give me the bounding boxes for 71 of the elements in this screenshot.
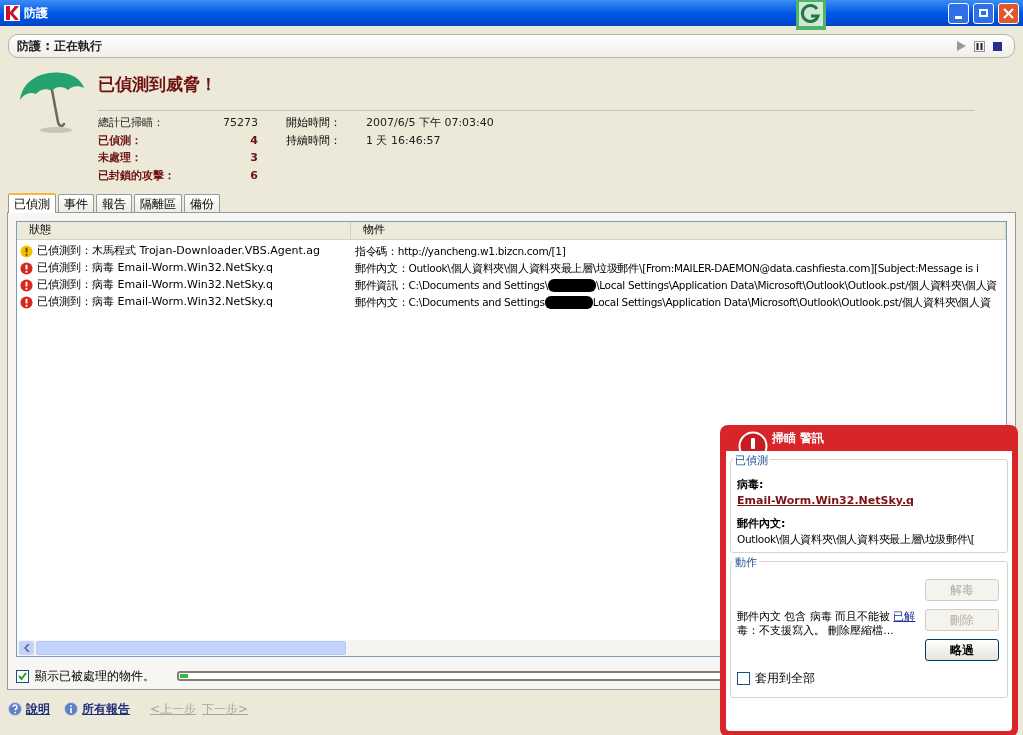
checkbox[interactable] [737,671,750,685]
alert-title: 掃瞄 警訊 [772,430,825,447]
tab[interactable]: 隔離區 [134,194,182,212]
stat-value: 3 [249,150,258,166]
stat-label: 已封鎖的攻擊： [98,167,176,184]
check-icon [18,671,27,681]
tab[interactable]: 備份 [184,194,220,212]
checkbox[interactable] [16,669,29,683]
object-cell-text: Local Settings\Application Data\Microsoft\Outlook\Outlook.pst/個人資料夾\個人資 [592,294,991,310]
action-message: 郵件內文 包含 病毒 而且不能被 已解 毒：不支援寫入。 刪除壓縮檔… [737,609,916,638]
object-cell-text: 郵件資訊：C:\Documents and Settings\ [355,277,548,293]
footer-link[interactable]: 說明 [26,700,50,718]
status-cell: 已偵測到：病毒 Email-Worm.Win32.NetSky.q [37,277,273,294]
error-icon [20,296,33,309]
error-icon [20,262,33,275]
scroll-left-icon[interactable] [23,644,30,652]
info-icon[interactable] [64,702,78,716]
stop-icon[interactable] [993,41,1002,51]
time-label: 持續時間： [286,132,342,149]
object-label: 郵件內文: [737,515,787,532]
object-path: Outlook\個人資料夾\個人資料夾最上層\垃圾郵件\[ [737,532,976,547]
status-cell: 已偵測到：病毒 Email-Worm.Win32.NetSky.q [37,294,273,311]
checkbox-label: 顯示已被處理的物件。 [35,668,155,685]
table-row[interactable]: 已偵測到：病毒 Email-Worm.Win32.NetSky.q 郵件內文：Outlook\個人資料夾\個人資料夾最上層\垃圾郵件\[From:MAILER-DAEMON@data.cashfiesta.com][Subject:Message is i [17,260,1006,277]
status-text: 防護 : 正在執行 [17,38,103,55]
object-cell-text: \Local Settings\Application Data\Microsoft\Outlook\Outlook.pst/個人資料夾\個人資 [596,277,997,293]
minimize-button[interactable] [948,2,969,24]
table-row[interactable]: 已偵測到：病毒 Email-Worm.Win32.NetSky.q 郵件內文：C:\Documents and Settings Local Settings\Application Data\Microsoft\Outlook\Outlook.pst/個人資料夾\個人資 [17,294,1006,311]
checkbox-label: 套用到全部 [755,670,815,688]
stat-value: 6 [249,167,258,184]
app-logo-icon [4,5,20,21]
tab[interactable]: 事件 [58,194,94,212]
time-value: 2007/6/5 下午 07:03:40 [366,115,494,131]
swirl-icon[interactable] [796,0,826,30]
time-value: 1 天 16:46:57 [366,132,442,149]
footer-link[interactable]: 所有報告 [82,700,130,718]
restore-button[interactable] [973,2,994,24]
stat-label: 未處理： [98,150,143,166]
group-legend: 已偵測 [733,454,770,467]
close-button[interactable] [998,2,1019,24]
help-icon[interactable] [8,702,22,716]
error-icon [20,279,33,292]
time-label: 開始時間： [286,115,342,131]
stat-value: 4 [249,132,258,149]
action-button[interactable]: 略過 [925,639,999,662]
message-link[interactable]: 已解 [893,610,916,623]
object-cell-text: 郵件內文：C:\Documents and Settings [355,294,545,310]
status-cell: 已偵測到：病毒 Email-Worm.Win32.NetSky.q [37,260,273,277]
threat-link[interactable]: Email-Worm.Win32.NetSky.q [737,493,1001,510]
stat-label: 總計已掃瞄： [98,115,165,131]
object-cell-text: 指令碼：http://yancheng.w1.bizcn.com/[1] [355,243,566,259]
object-cell-text: 郵件內文：Outlook\個人資料夾\個人資料夾最上層\垃圾郵件\[From:MAILER-DAEMON@data.cashfiesta.com][Subject:Message is i [355,260,979,276]
tab[interactable]: 已偵測 [8,193,56,213]
column-header[interactable]: 物件 [351,222,1006,239]
stat-value: 75273 [222,115,258,131]
threat-label: 病毒: [737,476,765,493]
window-title: 防護 [24,5,48,22]
stat-label: 已偵測： [98,132,143,149]
status-cell: 已偵測到：木馬程式 Trojan-Downloader.VBS.Agent.ag [37,243,320,260]
pause-icon[interactable] [974,40,985,52]
warning-icon [20,245,33,258]
play-icon[interactable] [957,41,966,51]
table-row[interactable]: 已偵測到：病毒 Email-Worm.Win32.NetSky.q 郵件資訊：C:\Documents and Settings\ \Local Settings\Application Data\Microsoft\Outlook\Outlook.pst/個人資料夾\個人資 [17,277,1006,294]
redaction-mark [548,279,596,292]
tab[interactable]: 報告 [96,194,132,212]
threat-heading: 已偵測到威脅！ [98,73,218,96]
redaction-mark [544,296,593,309]
column-header[interactable]: 狀態 [17,222,351,239]
scrollbar-thumb[interactable] [36,641,346,655]
close-icon [1003,7,1014,19]
table-row[interactable]: 已偵測到：木馬程式 Trojan-Downloader.VBS.Agent.ag 指令碼：http://yancheng.w1.bizcn.com/[1] [17,243,1006,260]
